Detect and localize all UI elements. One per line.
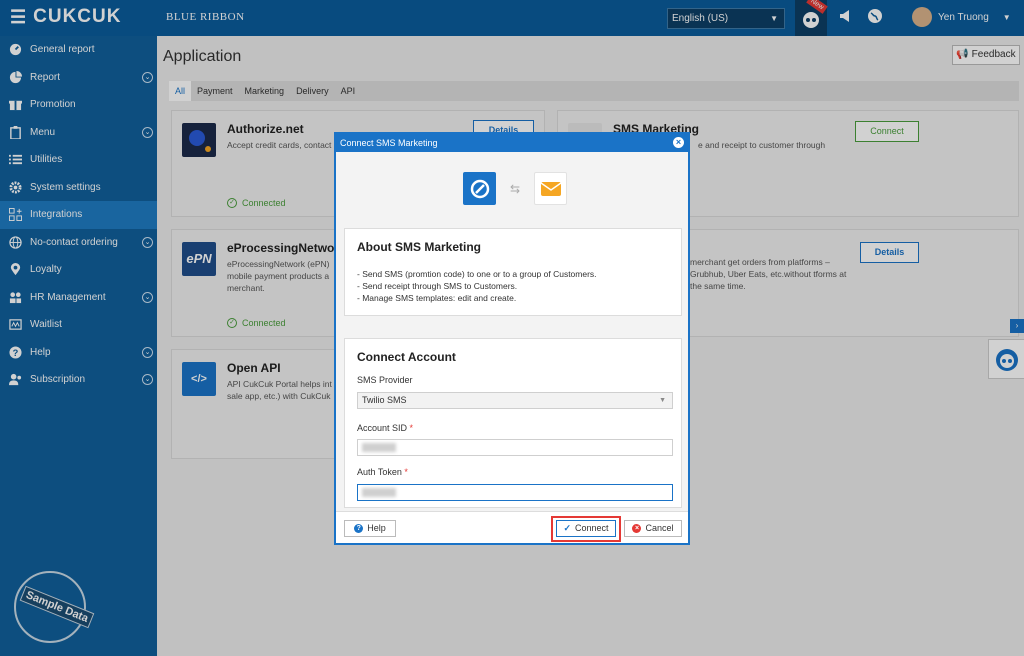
- connect-sms-dialog: Connect SMS Marketing × ⇆ About SMS Mark…: [334, 132, 690, 545]
- about-line: - Send SMS (promtion code) to one or to …: [357, 269, 597, 279]
- check-icon: ✓: [563, 523, 571, 533]
- cancel-button[interactable]: × Cancel: [624, 520, 682, 537]
- about-list: - Send SMS (promtion code) to one or to …: [357, 268, 681, 304]
- account-sid-label: Account SID *: [357, 423, 413, 433]
- provider-value: Twilio SMS: [362, 395, 407, 405]
- dialog-body: ⇆ About SMS Marketing - Send SMS (promti…: [336, 152, 688, 511]
- required-mark: *: [409, 423, 414, 433]
- button-label: Help: [367, 523, 386, 533]
- provider-label: SMS Provider: [357, 375, 413, 385]
- connect-account-title: Connect Account: [357, 350, 456, 364]
- required-mark: *: [404, 467, 408, 477]
- dialog-title: Connect SMS Marketing: [340, 138, 438, 148]
- about-title: About SMS Marketing: [357, 240, 482, 254]
- cancel-icon: ×: [632, 524, 642, 533]
- swap-icon: ⇆: [510, 181, 521, 196]
- close-icon[interactable]: ×: [673, 137, 684, 148]
- auth-token-input[interactable]: [357, 484, 673, 501]
- account-sid-input[interactable]: [357, 439, 673, 456]
- dialog-header: Connect SMS Marketing ×: [336, 134, 688, 152]
- mail-icon: [534, 172, 568, 205]
- button-label: Connect: [575, 523, 609, 533]
- connect-button[interactable]: ✓ Connect: [556, 520, 616, 537]
- redacted-value: [362, 443, 396, 452]
- sms-provider-select[interactable]: Twilio SMS ▼: [357, 392, 673, 409]
- label-text: Account SID: [357, 423, 408, 433]
- dialog-footer: ? Help ✓ Connect × Cancel: [336, 511, 688, 543]
- auth-token-label: Auth Token *: [357, 467, 408, 477]
- button-label: Cancel: [645, 523, 674, 533]
- about-line: - Send receipt through SMS to Customers.: [357, 281, 518, 291]
- connect-account-panel: Connect Account SMS Provider Twilio SMS …: [344, 338, 682, 508]
- chevron-down-icon: ▼: [659, 397, 666, 404]
- about-line: - Manage SMS templates: edit and create.: [357, 293, 517, 303]
- label-text: Auth Token: [357, 467, 402, 477]
- help-icon: ?: [354, 524, 364, 533]
- label-text: SMS Provider: [357, 375, 413, 385]
- integration-hero: ⇆: [463, 172, 568, 205]
- help-button[interactable]: ? Help: [344, 520, 396, 537]
- cukcuk-logo: [463, 172, 496, 205]
- redacted-value: [362, 488, 396, 497]
- about-panel: About SMS Marketing - Send SMS (promtion…: [344, 228, 682, 316]
